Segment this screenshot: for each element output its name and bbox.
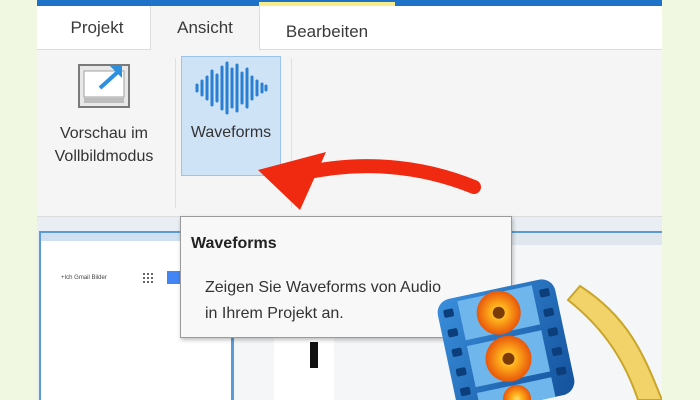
ribbon-tab-strip: Projekt Ansicht Bearbeiten	[37, 2, 662, 50]
tab-projekt[interactable]: Projekt	[51, 6, 143, 49]
movie-maker-logo	[437, 279, 662, 400]
preview-frame-fragment	[274, 338, 334, 400]
apps-grid-icon	[143, 273, 153, 283]
fullscreen-preview-label-line1: Vorschau im	[59, 125, 149, 142]
fullscreen-preview-label-line2: Vollbildmodus	[54, 148, 154, 165]
waveforms-button[interactable]: Waveforms	[181, 56, 281, 176]
frame-mark	[310, 342, 318, 368]
fullscreen-preview-button[interactable]: Vorschau im Vollbildmodus	[39, 60, 169, 168]
ribbon-panel: Vorschau im Vollbildmodus Waveforms	[37, 50, 662, 217]
tab-bearbeiten[interactable]: Bearbeiten	[259, 2, 395, 53]
tooltip-title: Waveforms	[191, 235, 277, 252]
waveform-icon	[193, 61, 269, 115]
ribbon-group-divider	[175, 58, 176, 208]
fullscreen-preview-icon	[78, 62, 130, 108]
ribbon-group-divider	[291, 58, 292, 208]
tab-ansicht[interactable]: Ansicht	[150, 6, 260, 50]
google-links-text: +Ich Gmail Bilder	[61, 275, 107, 281]
waveforms-button-label: Waveforms	[190, 124, 272, 141]
